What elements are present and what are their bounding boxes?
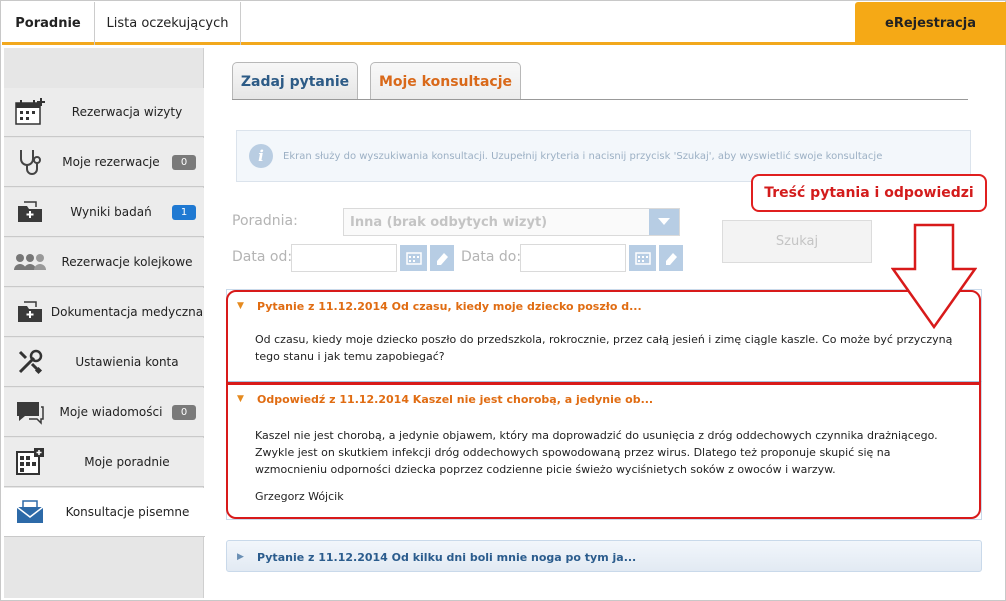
tab-moje-konsultacje[interactable]: Moje konsultacje	[370, 62, 521, 100]
tab-erejestracja[interactable]: eRejestracja	[855, 2, 1006, 45]
sidebar-item-label: Moje rezerwacje	[62, 155, 160, 169]
stethoscope-icon	[10, 142, 50, 182]
calendar-icon[interactable]	[400, 245, 427, 271]
sidebar-item-ustawienia-konta[interactable]: Ustawienia konta	[4, 338, 204, 387]
question2-panel-header[interactable]: ▶ Pytanie z 11.12.2014 Od kilku dni boli…	[227, 541, 981, 573]
chevron-down-icon[interactable]	[649, 209, 679, 235]
sidebar-item-moje-wiadomosci[interactable]: Moje wiadomości 0	[4, 388, 204, 437]
answer-body: Kaszel nie jest chorobą, a jedynie objaw…	[255, 429, 938, 476]
folder-plus-icon	[10, 192, 50, 232]
tab-poradnie[interactable]: Poradnie	[2, 2, 95, 45]
sidebar-item-konsultacje-pisemne[interactable]: Konsultacje pisemne	[4, 488, 205, 537]
sidebar-item-label: Rezerwacje kolejkowe	[61, 255, 193, 269]
poradnia-select[interactable]: Inna (brak odbytych wizyt)	[343, 208, 680, 236]
date-from-input[interactable]	[291, 244, 397, 272]
answer-content: Kaszel nie jest chorobą, a jedynie objaw…	[227, 415, 981, 505]
question-body: Od czasu, kiedy moje dziecko poszło do p…	[255, 333, 953, 363]
triangle-down-icon: ▼	[237, 394, 244, 404]
poradnia-value: Inna (brak odbytych wizyt)	[350, 215, 548, 230]
tools-icon	[10, 342, 50, 382]
sidebar-item-label: Konsultacje pisemne	[65, 505, 190, 519]
answer-panel: ▼ Odpowiedź z 11.12.2014 Kaszel nie jest…	[226, 382, 982, 520]
envelope-icon	[10, 492, 50, 532]
sidebar-item-dokumentacja-medyczna[interactable]: Dokumentacja medyczna	[4, 288, 204, 337]
sidebar-item-moje-rezerwacje[interactable]: Moje rezerwacje 0	[4, 138, 204, 187]
people-queue-icon	[10, 242, 50, 282]
date-to-label: Data do:	[461, 249, 522, 265]
poradnia-label: Poradnia:	[232, 213, 298, 229]
count-badge: 0	[172, 154, 196, 170]
date-to-input[interactable]	[520, 244, 626, 272]
question2-panel[interactable]: ▶ Pytanie z 11.12.2014 Od kilku dni boli…	[226, 540, 982, 572]
main-content: Zadaj pytanie Moje konsultacje i Ekran s…	[205, 48, 1005, 598]
question2-title: Pytanie z 11.12.2014 Od kilku dni boli m…	[257, 550, 637, 564]
top-navigation: Poradnie Lista oczekujących eRejestracja	[2, 2, 1006, 45]
answer-signature: Grzegorz Wójcik	[255, 490, 344, 503]
arrow-down-icon	[891, 223, 977, 329]
triangle-down-icon: ▼	[237, 301, 244, 311]
question-panel: ▼ Pytanie z 11.12.2014 Od czasu, kiedy m…	[226, 289, 982, 382]
app-frame: Poradnie Lista oczekujących eRejestracja…	[0, 0, 1006, 601]
tab-zadaj-pytanie[interactable]: Zadaj pytanie	[232, 62, 358, 100]
triangle-right-icon: ▶	[237, 552, 244, 562]
sidebar-item-label: Ustawienia konta	[75, 355, 179, 369]
callout-label: Treść pytania i odpowiedzi	[751, 174, 987, 212]
answer-title: Odpowiedź z 11.12.2014 Kaszel nie jest c…	[257, 392, 654, 406]
sidebar-item-label: Dokumentacja medyczna	[50, 305, 204, 319]
sidebar: Rezerwacja wizyty Moje rezerwacje 0 Wyni…	[4, 48, 205, 598]
sidebar-item-label: Rezerwacja wizyty	[71, 105, 183, 119]
sidebar-item-rezerwacje-kolejkowe[interactable]: Rezerwacje kolejkowe	[4, 238, 204, 287]
info-icon: i	[249, 144, 273, 168]
question-title: Pytanie z 11.12.2014 Od czasu, kiedy moj…	[257, 299, 642, 313]
count-badge: 0	[172, 404, 196, 420]
sidebar-item-rezerwacja-wizyty[interactable]: Rezerwacja wizyty	[4, 88, 204, 137]
date-from-label: Data od:	[232, 249, 293, 265]
sidebar-item-wyniki-badan[interactable]: Wyniki badań 1	[4, 188, 204, 237]
eraser-icon[interactable]	[430, 245, 454, 271]
sidebar-item-label: Moje wiadomości	[59, 405, 163, 419]
sidebar-item-label: Moje poradnie	[84, 455, 170, 469]
eraser-icon[interactable]	[659, 245, 683, 271]
calendar-plus-icon	[10, 92, 50, 132]
info-text: Ekran służy do wyszukiwania konsultacji.…	[283, 150, 883, 162]
tab-lista-oczekujacych[interactable]: Lista oczekujących	[95, 2, 241, 45]
building-icon	[10, 442, 50, 482]
tab-divider	[232, 99, 968, 100]
count-badge: 1	[172, 204, 196, 220]
sidebar-item-moje-poradnie[interactable]: Moje poradnie	[4, 438, 204, 487]
calendar-icon[interactable]	[629, 245, 656, 271]
chat-bubble-icon	[10, 392, 50, 432]
answer-panel-header[interactable]: ▼ Odpowiedź z 11.12.2014 Kaszel nie jest…	[227, 383, 981, 415]
sidebar-item-label: Wyniki badań	[70, 205, 152, 219]
search-button[interactable]: Szukaj	[722, 220, 872, 263]
folder-plus-icon	[10, 292, 50, 332]
question-panel-header[interactable]: ▼ Pytanie z 11.12.2014 Od czasu, kiedy m…	[227, 290, 981, 322]
highlight-divider	[226, 382, 981, 385]
